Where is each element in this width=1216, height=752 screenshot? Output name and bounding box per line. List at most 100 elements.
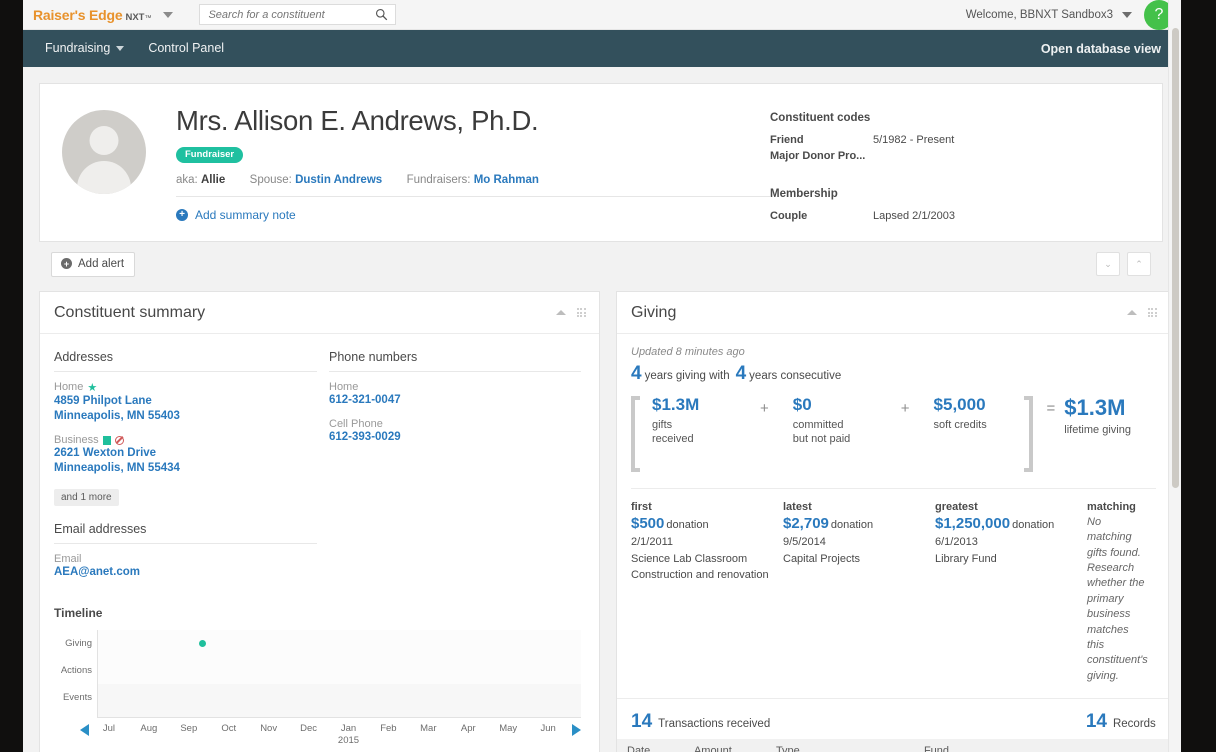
transactions-count: 14 <box>631 712 652 731</box>
timeline-data-point[interactable] <box>199 640 206 647</box>
add-summary-note-button[interactable]: + Add summary note <box>176 208 770 222</box>
giving-equation: $1.3M gifts received + $0 <box>631 396 1156 489</box>
drag-handle-icon[interactable] <box>1148 308 1157 317</box>
nav-item-control-panel[interactable]: Control Panel <box>136 30 236 67</box>
do-not-contact-icon <box>115 436 124 445</box>
search-input[interactable] <box>200 5 368 24</box>
drag-handle-icon[interactable] <box>577 308 586 317</box>
stat-amount: $1,250,000 <box>935 515 1010 532</box>
table-header-row: Date Amount Type Fund <box>617 739 1170 752</box>
stat-fund: Library Fund <box>935 552 1079 567</box>
address-line[interactable]: 4859 Philpot Lane <box>54 394 317 409</box>
timeline-axis-label: Events <box>54 684 97 711</box>
page-content: Mrs. Allison E. Andrews, Ph.D. Fundraise… <box>23 67 1181 752</box>
address-line[interactable]: Minneapolis, MN 55403 <box>54 409 317 424</box>
top-bar: Raiser's Edge NXT ™ Welcome, BBNXT Sandb… <box>23 0 1181 30</box>
stat-date: 6/1/2013 <box>935 535 1079 550</box>
star-icon: ★ <box>87 381 97 394</box>
app-logo[interactable]: Raiser's Edge NXT ™ <box>23 7 151 23</box>
years-giving-value: 4 <box>631 364 642 383</box>
panel-controls: ⌄ ⌃ <box>1096 252 1151 276</box>
phone-entry: Cell Phone 612-393-0029 <box>329 418 581 445</box>
scrollbar-thumb[interactable] <box>1172 28 1179 488</box>
transactions-header: 14 Transactions received 14 Records <box>617 699 1170 739</box>
column-header-type[interactable]: Type <box>766 739 914 752</box>
term-caption-line1: gifts <box>652 419 672 431</box>
address-type: Home ★ <box>54 381 317 394</box>
timeline-month: May <box>488 723 528 735</box>
bracket-right-icon <box>1024 396 1033 472</box>
column-header-fund[interactable]: Fund <box>914 739 1170 752</box>
email-link[interactable]: AEA@anet.com <box>54 565 317 580</box>
addresses-title: Addresses <box>54 350 317 372</box>
matching-note: No matching gifts found. Research whethe… <box>1087 515 1148 684</box>
constituent-code-row: Major Donor Pro... <box>770 149 1140 165</box>
stat-fund: Science Lab Classroom Construction and r… <box>631 552 775 583</box>
chevron-up-icon[interactable] <box>556 310 566 315</box>
term-caption: soft credits <box>934 418 1018 433</box>
term-amount: $0 <box>793 396 877 415</box>
timeline-prev-icon[interactable] <box>80 724 89 736</box>
timeline-axis-label: Actions <box>54 657 97 684</box>
timeline-month: Jan <box>341 723 356 734</box>
badge-row: Fundraiser <box>176 144 770 163</box>
giving-column: Giving Updated 8 minutes ago <box>616 291 1171 752</box>
constituent-codes-panel: Constituent codes Friend 5/1982 - Presen… <box>770 106 1140 225</box>
timeline-month: Nov <box>249 723 289 735</box>
transactions-table-head: Date Amount Type Fund <box>617 739 1170 752</box>
expand-all-button[interactable]: ⌄ <box>1096 252 1120 276</box>
page-scrollbar[interactable] <box>1168 0 1181 752</box>
chevron-down-icon <box>116 46 124 51</box>
search-box[interactable] <box>199 4 396 25</box>
term-caption-line1: soft credits <box>934 419 987 431</box>
phone-type: Cell Phone <box>329 418 581 430</box>
phone-type: Home <box>329 381 581 393</box>
stat-value: $1,250,000donation <box>935 515 1079 533</box>
column-header-date[interactable]: Date <box>617 739 684 752</box>
timeline-next-icon[interactable] <box>572 724 581 736</box>
add-alert-button[interactable]: + Add alert <box>51 252 135 277</box>
spouse-link[interactable]: Dustin Andrews <box>295 174 382 186</box>
transactions-table: Date Amount Type Fund 9/5/2014 $2,709.00 <box>617 739 1170 752</box>
address-type-label: Home <box>54 381 83 393</box>
stat-latest-gift: latest $2,709donation 9/5/2014 Capital P… <box>783 501 935 684</box>
search-icon[interactable] <box>375 8 388 21</box>
addresses-more-button[interactable]: and 1 more <box>54 489 119 506</box>
address-line[interactable]: Minneapolis, MN 55434 <box>54 461 317 476</box>
timeline-chart: Giving Actions Events <box>54 630 581 718</box>
address-line[interactable]: 2621 Wexton Drive <box>54 446 317 461</box>
membership-title: Membership <box>770 188 1140 200</box>
stat-header: first <box>631 501 775 513</box>
phone-link[interactable]: 612-393-0029 <box>329 430 581 445</box>
chevron-up-icon[interactable] <box>1127 310 1137 315</box>
screen: Raiser's Edge NXT ™ Welcome, BBNXT Sandb… <box>0 0 1216 752</box>
main-nav: Fundraising Control Panel Open database … <box>23 30 1181 67</box>
desktop-left-edge <box>0 0 23 752</box>
stat-header: matching <box>1087 501 1148 513</box>
timeline-axis-label: Giving <box>54 630 97 657</box>
timeline-title: Timeline <box>54 606 581 620</box>
phone-link[interactable]: 612-321-0047 <box>329 393 581 408</box>
timeline-month: Dec <box>289 723 329 735</box>
giving-panel: Giving Updated 8 minutes ago <box>616 291 1171 752</box>
giving-summary: Updated 8 minutes ago 4 years giving wit… <box>617 334 1170 489</box>
nav-item-fundraising[interactable]: Fundraising <box>33 30 136 67</box>
user-menu-chevron-down-icon[interactable] <box>1122 12 1132 18</box>
open-database-view-link[interactable]: Open database view <box>1041 42 1181 56</box>
term-caption: gifts received <box>652 418 736 448</box>
equation-term-gifts-received: $1.3M gifts received <box>652 396 736 472</box>
chevron-down-icon[interactable] <box>163 12 173 18</box>
chevron-up-icon: ⌃ <box>1135 259 1143 270</box>
logo-text: Raiser's Edge <box>33 7 122 23</box>
spouse-label: Spouse: <box>250 174 292 186</box>
stat-date: 9/5/2014 <box>783 535 927 550</box>
constituent-meta: aka: Allie Spouse: Dustin Andrews Fundra… <box>176 174 770 197</box>
chevron-down-icon: ⌄ <box>1104 259 1112 270</box>
timeline-plot-area[interactable] <box>97 630 581 718</box>
stat-kind: donation <box>1012 519 1054 531</box>
timeline-month: Mar <box>408 723 448 735</box>
collapse-all-button[interactable]: ⌃ <box>1127 252 1151 276</box>
column-header-amount[interactable]: Amount <box>684 739 766 752</box>
fundraiser-link[interactable]: Mo Rahman <box>474 174 539 186</box>
constituent-code-dates: 5/1982 - Present <box>873 133 954 149</box>
